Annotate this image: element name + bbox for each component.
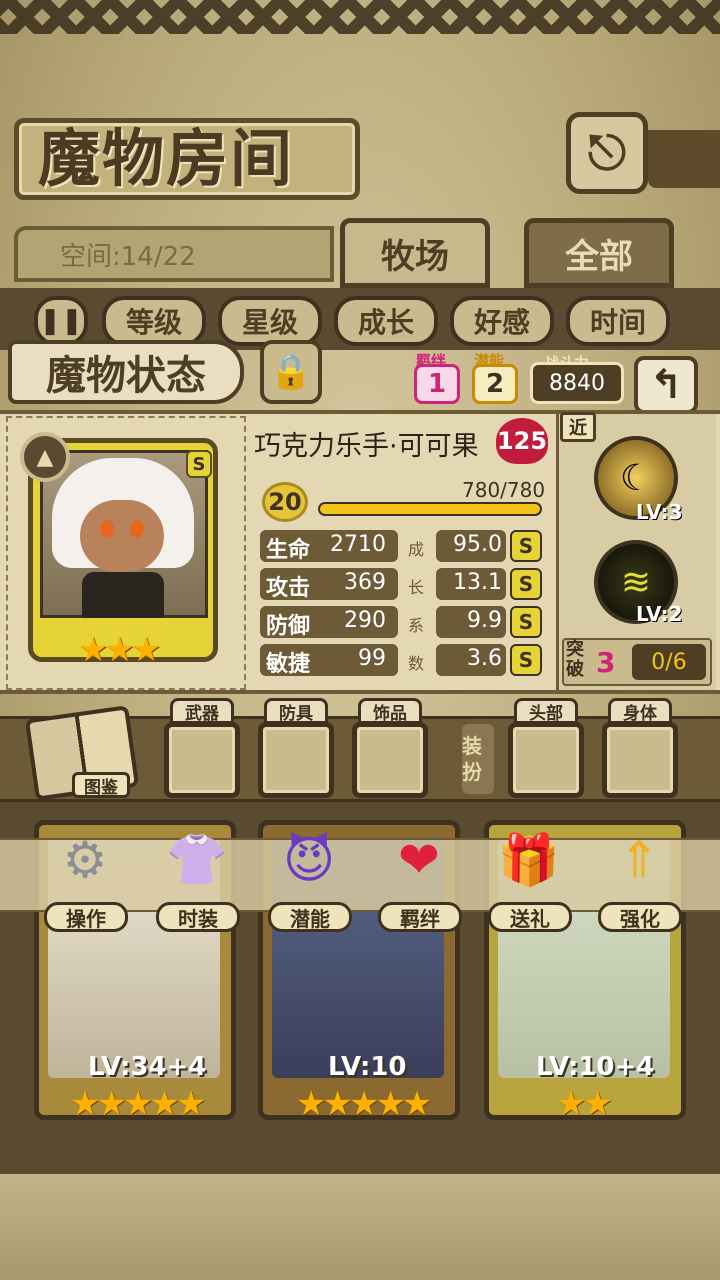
character-name: 巧克力乐手·可可果 bbox=[254, 431, 479, 462]
character-body bbox=[82, 572, 164, 618]
growth-char: 长 bbox=[408, 578, 425, 597]
breakthrough-progress: 0/6 bbox=[632, 644, 706, 680]
arrows-up-icon: ⇑ bbox=[618, 831, 660, 889]
dress-up-label: 装扮 bbox=[462, 734, 482, 784]
dress-up-tab: 装扮 bbox=[462, 724, 494, 794]
tab-all[interactable]: 全部 bbox=[524, 218, 674, 288]
card-stars: ★★★★★ bbox=[70, 1084, 206, 1124]
gift-icon: 🎁 bbox=[497, 830, 561, 889]
enhance-label: 强化 bbox=[598, 902, 682, 932]
return-arrow-icon: ↰ bbox=[649, 362, 683, 408]
sort-star-button[interactable]: 星级 bbox=[218, 296, 322, 346]
header-bar bbox=[648, 130, 720, 188]
sort-affection-button[interactable]: 好感 bbox=[450, 296, 554, 346]
stat-value: 369 bbox=[344, 570, 386, 595]
armor-slot-label: 防具 bbox=[264, 698, 328, 724]
skill-2-level: LV:2 bbox=[636, 602, 683, 626]
growth-char: 成 bbox=[408, 540, 425, 559]
bond-chip: 1 bbox=[414, 364, 460, 404]
exp-bar-fill bbox=[320, 504, 540, 514]
character-eye bbox=[100, 520, 114, 538]
pause-icon: ❚❚ bbox=[39, 306, 83, 336]
back-icon: ⎋ bbox=[588, 124, 626, 181]
card-level: LV:34+4 bbox=[88, 1052, 207, 1082]
sort-time-button[interactable]: 时间 bbox=[566, 296, 670, 346]
skill-1-level: LV:3 bbox=[636, 500, 683, 524]
top-border bbox=[0, 0, 720, 34]
card-level: LV:10+4 bbox=[536, 1052, 655, 1082]
power-value: 8840 bbox=[530, 362, 624, 404]
head-slot-label: 头部 bbox=[514, 698, 578, 724]
potential-label: 潜能 bbox=[268, 902, 352, 932]
accessory-slot[interactable] bbox=[352, 722, 428, 798]
demon-icon: 😈 bbox=[282, 831, 336, 889]
back-button[interactable]: ⎋ bbox=[566, 112, 648, 194]
weapon-slot[interactable] bbox=[164, 722, 240, 798]
head-slot[interactable] bbox=[508, 722, 584, 798]
growth-char: 数 bbox=[408, 654, 425, 673]
fashion-label: 时装 bbox=[156, 902, 240, 932]
codex-label[interactable]: 图鉴 bbox=[72, 772, 130, 798]
level-badge: 20 bbox=[262, 482, 308, 522]
growth-grade-badge: S bbox=[510, 606, 542, 638]
sort-growth-button[interactable]: 成长 bbox=[334, 296, 438, 346]
character-stars: ★★★ bbox=[78, 630, 161, 670]
breakthrough-level: 3 bbox=[596, 646, 616, 679]
bottom-border bbox=[0, 1170, 720, 1280]
stat-label: 攻击 bbox=[266, 576, 311, 601]
exp-text: 780/780 bbox=[462, 478, 546, 502]
card-level: LV:10 bbox=[328, 1052, 407, 1082]
card-stars: ★★★★★ bbox=[296, 1084, 432, 1124]
stat-label: 防御 bbox=[266, 614, 311, 639]
outfit-icon: 👚 bbox=[165, 830, 229, 889]
bond-label: 羁绊 bbox=[378, 902, 462, 932]
space-counter: 空间:14/22 bbox=[60, 242, 196, 272]
tab-ranch[interactable]: 牧场 bbox=[340, 218, 490, 288]
status-title: 魔物状态 bbox=[8, 340, 244, 404]
class-icon: ▲ bbox=[20, 432, 70, 482]
potential-chip: 2 bbox=[472, 364, 518, 404]
armor-slot[interactable] bbox=[258, 722, 334, 798]
grade-badge: S bbox=[186, 450, 212, 478]
growth-value: 9.9 bbox=[467, 608, 502, 633]
close-status-button[interactable]: ↰ bbox=[634, 356, 698, 414]
character-face bbox=[80, 500, 164, 572]
gear-icon: ⚙ bbox=[62, 831, 108, 889]
page-title: 魔物房间 bbox=[38, 122, 295, 195]
sort-level-button[interactable]: 等级 bbox=[102, 296, 206, 346]
growth-grade-badge: S bbox=[510, 530, 542, 562]
stat-label: 生命 bbox=[266, 538, 311, 563]
body-slot[interactable] bbox=[602, 722, 678, 798]
sort-order-button[interactable]: ❚❚ bbox=[34, 296, 88, 346]
growth-grade-badge: S bbox=[510, 644, 542, 676]
lock-button[interactable]: 🔒 bbox=[260, 340, 322, 404]
breakthrough-label: 突破 bbox=[566, 639, 584, 680]
character-eye bbox=[130, 520, 144, 538]
growth-grade-badge: S bbox=[510, 568, 542, 600]
body-slot-label: 身体 bbox=[608, 698, 672, 724]
range-tag: 近 bbox=[560, 412, 596, 442]
growth-char: 系 bbox=[408, 616, 425, 635]
gift-label: 送礼 bbox=[488, 902, 572, 932]
stat-value: 2710 bbox=[330, 532, 386, 557]
stat-value: 99 bbox=[358, 646, 386, 671]
lock-icon: 🔒 bbox=[269, 352, 313, 392]
growth-value: 13.1 bbox=[453, 570, 502, 595]
growth-value: 95.0 bbox=[453, 532, 502, 557]
stat-label: 敏捷 bbox=[266, 652, 311, 677]
level-cap-heart: 125 bbox=[496, 418, 548, 464]
hearts-icon: ❤ bbox=[398, 831, 440, 889]
operate-label: 操作 bbox=[44, 902, 128, 932]
stat-value: 290 bbox=[344, 608, 386, 633]
weapon-slot-label: 武器 bbox=[170, 698, 234, 724]
accessory-slot-label: 饰品 bbox=[358, 698, 422, 724]
growth-value: 3.6 bbox=[467, 646, 502, 671]
card-stars: ★★ bbox=[556, 1084, 613, 1124]
